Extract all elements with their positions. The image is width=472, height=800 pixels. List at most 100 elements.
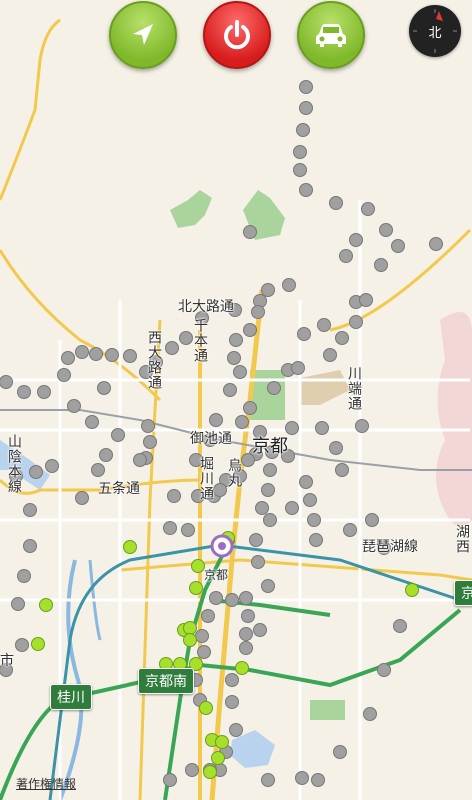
bus-stop-marker[interactable] (309, 533, 323, 547)
bus-stop-marker[interactable] (261, 283, 275, 297)
bus-stop-marker[interactable] (261, 483, 275, 497)
bus-stop-marker[interactable] (251, 555, 265, 569)
bus-stop-marker[interactable] (339, 249, 353, 263)
power-button[interactable] (203, 1, 271, 69)
bus-stop-marker[interactable] (165, 341, 179, 355)
bus-stop-marker[interactable] (379, 223, 393, 237)
active-stop-marker[interactable] (183, 633, 197, 647)
bus-stop-marker[interactable] (355, 419, 369, 433)
bus-stop-marker[interactable] (323, 348, 337, 362)
bus-stop-marker[interactable] (61, 351, 75, 365)
bus-stop-marker[interactable] (243, 401, 257, 415)
bus-stop-marker[interactable] (377, 663, 391, 677)
locate-button[interactable] (109, 1, 177, 69)
credits-link[interactable]: 著作権情報 (16, 775, 76, 792)
bus-stop-marker[interactable] (365, 513, 379, 527)
bus-stop-marker[interactable] (185, 763, 199, 777)
bus-stop-marker[interactable] (227, 351, 241, 365)
active-stop-marker[interactable] (31, 637, 45, 651)
active-stop-marker[interactable] (405, 583, 419, 597)
bus-stop-marker[interactable] (235, 415, 249, 429)
active-stop-marker[interactable] (189, 581, 203, 595)
bus-stop-marker[interactable] (75, 345, 89, 359)
bus-stop-marker[interactable] (11, 597, 25, 611)
active-stop-marker[interactable] (211, 751, 225, 765)
bus-stop-marker[interactable] (0, 375, 13, 389)
bus-stop-marker[interactable] (299, 475, 313, 489)
bus-stop-marker[interactable] (361, 202, 375, 216)
bus-stop-marker[interactable] (349, 315, 363, 329)
bus-stop-marker[interactable] (261, 579, 275, 593)
active-stop-marker[interactable] (199, 701, 213, 715)
bus-stop-marker[interactable] (429, 237, 443, 251)
bus-stop-marker[interactable] (335, 463, 349, 477)
map-view[interactable]: 北大路通 千本通 西大路通 御池通 堀川通 烏丸 京都 五条通 川端通 琵琶湖線… (0, 0, 472, 800)
bus-stop-marker[interactable] (359, 293, 373, 307)
bus-stop-marker[interactable] (315, 421, 329, 435)
bus-stop-marker[interactable] (197, 645, 211, 659)
active-stop-marker[interactable] (183, 621, 197, 635)
bus-stop-marker[interactable] (133, 453, 147, 467)
bus-stop-marker[interactable] (343, 523, 357, 537)
bus-stop-marker[interactable] (17, 385, 31, 399)
bus-stop-marker[interactable] (241, 609, 255, 623)
bus-stop-marker[interactable] (23, 503, 37, 517)
bus-stop-marker[interactable] (311, 773, 325, 787)
active-stop-marker[interactable] (203, 765, 217, 779)
bus-stop-marker[interactable] (209, 591, 223, 605)
bus-stop-marker[interactable] (15, 638, 29, 652)
bus-stop-marker[interactable] (141, 419, 155, 433)
bus-stop-marker[interactable] (89, 347, 103, 361)
active-stop-marker[interactable] (235, 661, 249, 675)
bus-stop-marker[interactable] (223, 383, 237, 397)
map-canvas[interactable] (0, 0, 472, 800)
car-button[interactable] (297, 1, 365, 69)
bus-stop-marker[interactable] (37, 385, 51, 399)
bus-stop-marker[interactable] (317, 318, 331, 332)
bus-stop-marker[interactable] (17, 569, 31, 583)
compass[interactable]: 北 (409, 5, 461, 57)
bus-stop-marker[interactable] (143, 435, 157, 449)
bus-stop-marker[interactable] (111, 428, 125, 442)
bus-stop-marker[interactable] (267, 381, 281, 395)
bus-stop-marker[interactable] (167, 489, 181, 503)
bus-stop-marker[interactable] (233, 365, 247, 379)
bus-stop-marker[interactable] (297, 327, 311, 341)
bus-stop-marker[interactable] (85, 415, 99, 429)
bus-stop-marker[interactable] (333, 745, 347, 759)
bus-stop-marker[interactable] (374, 258, 388, 272)
bus-stop-marker[interactable] (329, 441, 343, 455)
bus-stop-marker[interactable] (225, 593, 239, 607)
bus-stop-marker[interactable] (97, 381, 111, 395)
bus-stop-marker[interactable] (296, 123, 310, 137)
bus-stop-marker[interactable] (201, 609, 215, 623)
bus-stop-marker[interactable] (293, 145, 307, 159)
bus-stop-marker[interactable] (181, 523, 195, 537)
bus-stop-marker[interactable] (299, 80, 313, 94)
bus-stop-marker[interactable] (195, 629, 209, 643)
bus-stop-marker[interactable] (329, 196, 343, 210)
bus-stop-marker[interactable] (105, 348, 119, 362)
bus-stop-marker[interactable] (99, 448, 113, 462)
active-stop-marker[interactable] (39, 598, 53, 612)
bus-stop-marker[interactable] (23, 539, 37, 553)
bus-stop-marker[interactable] (239, 641, 253, 655)
bus-stop-marker[interactable] (29, 465, 43, 479)
bus-stop-marker[interactable] (303, 493, 317, 507)
bus-stop-marker[interactable] (263, 463, 277, 477)
bus-stop-marker[interactable] (307, 513, 321, 527)
bus-stop-marker[interactable] (239, 591, 253, 605)
bus-stop-marker[interactable] (123, 349, 137, 363)
bus-stop-marker[interactable] (45, 459, 59, 473)
active-stop-marker[interactable] (215, 735, 229, 749)
bus-stop-marker[interactable] (299, 183, 313, 197)
bus-stop-marker[interactable] (249, 533, 263, 547)
bus-stop-marker[interactable] (243, 225, 257, 239)
bus-stop-marker[interactable] (335, 331, 349, 345)
bus-stop-marker[interactable] (251, 305, 265, 319)
bus-stop-marker[interactable] (209, 413, 223, 427)
bus-stop-marker[interactable] (291, 361, 305, 375)
bus-stop-marker[interactable] (225, 695, 239, 709)
active-stop-marker[interactable] (123, 540, 137, 554)
bus-stop-marker[interactable] (282, 278, 296, 292)
